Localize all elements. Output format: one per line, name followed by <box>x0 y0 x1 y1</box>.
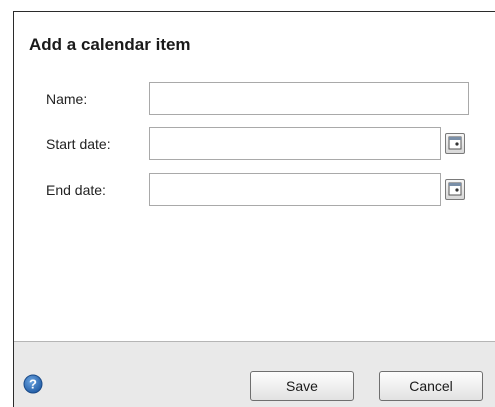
start-date-label: Start date: <box>46 136 111 152</box>
add-calendar-item-dialog: Add a calendar item Name: Start date: En… <box>13 11 495 407</box>
name-input[interactable] <box>149 82 469 115</box>
cancel-button[interactable]: Cancel <box>379 371 483 401</box>
end-date-label: End date: <box>46 182 106 198</box>
dialog-title: Add a calendar item <box>29 35 191 54</box>
end-date-input[interactable] <box>149 173 441 206</box>
calendar-icon <box>448 136 462 150</box>
end-date-calendar-button[interactable] <box>445 179 465 200</box>
svg-text:?: ? <box>29 377 37 392</box>
name-label: Name: <box>46 91 88 107</box>
calendar-icon <box>448 182 462 196</box>
save-button[interactable]: Save <box>250 371 354 401</box>
dialog-footer: ? Save Cancel <box>14 342 495 407</box>
dialog-content: Add a calendar item Name: Start date: En… <box>14 12 495 342</box>
help-icon[interactable]: ? <box>23 374 43 394</box>
start-date-input[interactable] <box>149 127 441 160</box>
start-date-calendar-button[interactable] <box>445 133 465 154</box>
